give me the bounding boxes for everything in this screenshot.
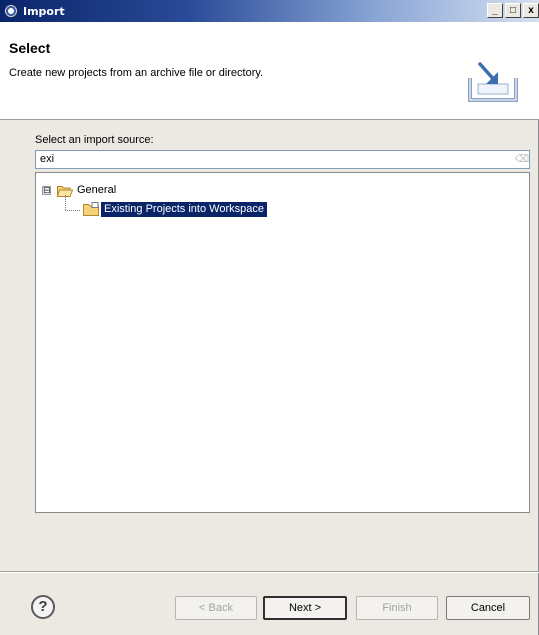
cancel-button[interactable]: Cancel	[446, 596, 530, 620]
collapse-icon[interactable]: ⊟	[42, 185, 51, 195]
title-bar[interactable]: Import _ □ x	[0, 0, 539, 22]
import-source-label: Select an import source:	[35, 134, 154, 146]
window-title: Import	[23, 4, 65, 18]
next-button[interactable]: Next >	[263, 596, 347, 620]
tree-item-existing-projects[interactable]: Existing Projects into Workspace	[83, 201, 267, 217]
maximize-button[interactable]: □	[505, 3, 521, 18]
import-source-tree[interactable]: ⊟ General Existing Projects into Workspa…	[35, 172, 530, 513]
filter-text: exi	[40, 153, 55, 165]
page-description: Create new projects from an archive file…	[9, 67, 264, 79]
project-icon	[83, 202, 99, 216]
help-button[interactable]: ?	[31, 595, 55, 619]
tree-node-general[interactable]: ⊟ General	[42, 182, 116, 198]
close-button[interactable]: x	[523, 3, 539, 18]
back-button[interactable]: < Back	[175, 596, 257, 620]
tree-item-label: Existing Projects into Workspace	[101, 201, 267, 217]
finish-button[interactable]: Finish	[356, 596, 438, 620]
button-bar-separator	[0, 571, 539, 573]
tree-connector	[65, 210, 80, 211]
import-wizard-icon	[468, 62, 518, 102]
import-dialog: Import _ □ x Select Create new projects …	[0, 0, 539, 635]
window-controls: _ □ x	[485, 3, 539, 18]
tree-connector	[65, 195, 66, 210]
minimize-button[interactable]: _	[487, 3, 503, 18]
wizard-banner: Select Create new projects from an archi…	[0, 22, 539, 120]
import-source-filter-input[interactable]: exi ⌫	[35, 150, 530, 169]
eclipse-app-icon	[4, 4, 18, 18]
page-title: Select	[9, 40, 51, 56]
tree-node-label: General	[77, 184, 117, 196]
eraser-icon[interactable]: ⌫	[515, 154, 529, 165]
